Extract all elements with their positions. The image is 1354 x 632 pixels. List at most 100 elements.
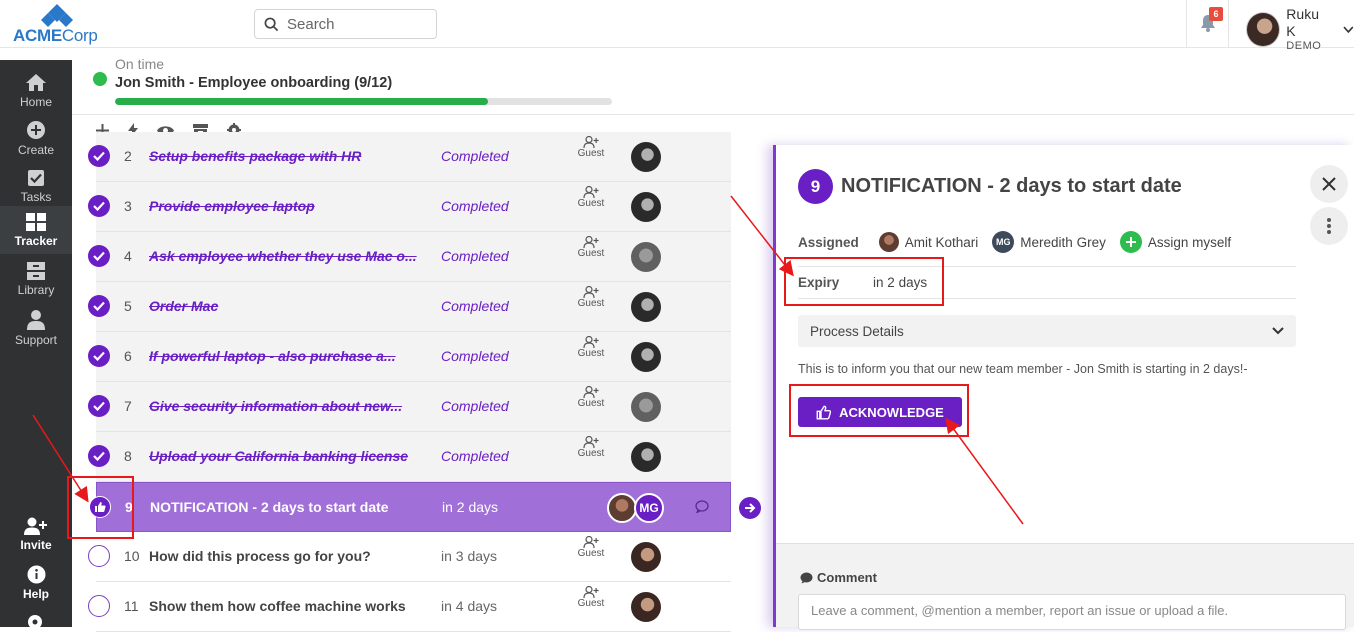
comment-icon[interactable]: [695, 500, 709, 513]
check-icon[interactable]: [88, 295, 110, 317]
avatar-initials: MG: [634, 493, 664, 523]
check-square-icon: [28, 169, 44, 186]
avatar[interactable]: [631, 292, 661, 322]
close-button[interactable]: [1310, 165, 1348, 203]
guest-button[interactable]: Guest: [576, 336, 606, 359]
table-row[interactable]: 6 If powerful laptop - also purchase a..…: [88, 332, 731, 382]
task-number: 6: [124, 348, 132, 364]
add-user-icon: [583, 186, 599, 198]
avatar[interactable]: [631, 142, 661, 172]
sidebar-item-label: Create: [17, 142, 55, 157]
table-row[interactable]: 11 Show them how coffee machine works in…: [88, 582, 731, 632]
thumbs-up-icon[interactable]: [89, 496, 111, 518]
process-details-toggle[interactable]: Process Details: [798, 315, 1296, 347]
acme-logo[interactable]: ACMECorp: [13, 4, 101, 45]
task-name[interactable]: How did this process go for you?: [149, 548, 421, 564]
task-status: in 2 days: [442, 499, 499, 515]
info-icon: [27, 565, 45, 584]
avatar: [607, 493, 637, 523]
task-name[interactable]: Provide employee laptop: [149, 198, 421, 214]
sidebar-item-help[interactable]: Help: [0, 559, 72, 607]
avatar[interactable]: [631, 242, 661, 272]
notifications-button[interactable]: 6: [1186, 0, 1229, 48]
guest-button[interactable]: Guest: [576, 286, 606, 309]
sidebar-item-label: Library: [17, 282, 55, 297]
table-row[interactable]: 3 Provide employee laptop Completed Gues…: [88, 182, 731, 232]
comment-section: Comment Leave a comment, @mention a memb…: [776, 543, 1354, 630]
task-name[interactable]: Upload your California banking license: [149, 448, 421, 464]
chevron-down-icon: [1343, 26, 1354, 34]
assign-myself-link[interactable]: Assign myself: [1148, 235, 1231, 250]
sidebar-item-support[interactable]: Support: [0, 304, 72, 352]
thumbs-up-icon: [816, 405, 832, 419]
check-icon[interactable]: [88, 245, 110, 267]
sidebar-item-invite[interactable]: Invite: [0, 510, 72, 558]
table-row[interactable]: 8 Upload your California banking license…: [88, 432, 731, 482]
expiry-value: in 2 days: [873, 275, 928, 290]
task-name[interactable]: NOTIFICATION - 2 days to start date: [150, 499, 422, 515]
check-icon[interactable]: [88, 195, 110, 217]
table-row[interactable]: 5 Order Mac Completed Guest: [88, 282, 731, 332]
expiry-label: Expiry: [798, 275, 840, 290]
avatar: [1246, 11, 1281, 47]
task-status: Completed: [441, 248, 509, 264]
sidebar-item-label: Home: [19, 95, 52, 109]
guest-button[interactable]: Guest: [576, 136, 606, 159]
comment-input[interactable]: Leave a comment, @mention a member, repo…: [798, 594, 1346, 630]
archive-icon: [27, 261, 45, 280]
check-icon[interactable]: [88, 345, 110, 367]
table-row[interactable]: 2 Setup benefits package with HR Complet…: [88, 132, 731, 182]
task-name[interactable]: Give security information about new...: [149, 398, 421, 414]
guest-button[interactable]: Guest: [576, 186, 606, 209]
task-number: 3: [124, 198, 132, 214]
avatar[interactable]: [631, 342, 661, 372]
table-row[interactable]: 10 How did this process go for you? in 3…: [88, 532, 731, 582]
task-title[interactable]: NOTIFICATION - 2 days to start date: [841, 175, 1182, 198]
task-list: 2 Setup benefits package with HR Complet…: [72, 132, 732, 632]
sidebar-item-library[interactable]: Library: [0, 255, 72, 303]
sidebar-item-tasks[interactable]: Tasks: [0, 162, 72, 210]
acknowledge-button[interactable]: ACKNOWLEDGE: [798, 397, 962, 427]
avatar[interactable]: [631, 192, 661, 222]
gear-icon[interactable]: [25, 612, 45, 632]
process-title[interactable]: Jon Smith - Employee onboarding (9/12): [115, 75, 392, 91]
sidebar-item-tracker[interactable]: Tracker: [0, 206, 72, 254]
guest-button[interactable]: Guest: [576, 386, 606, 409]
task-name[interactable]: Order Mac: [149, 298, 421, 314]
assignee-name[interactable]: Amit Kothari: [905, 235, 979, 250]
table-row-current[interactable]: 9 NOTIFICATION - 2 days to start date in…: [89, 482, 731, 532]
sidebar-item-create[interactable]: Create: [0, 114, 72, 162]
task-name[interactable]: If powerful laptop - also purchase a...: [149, 348, 421, 364]
task-name[interactable]: Show them how coffee machine works: [149, 598, 421, 614]
task-number: 11: [124, 598, 139, 614]
avatar[interactable]: [631, 592, 661, 622]
guest-button[interactable]: Guest: [576, 236, 606, 259]
add-user-icon: [583, 336, 599, 348]
avatar[interactable]: [631, 442, 661, 472]
plus-icon[interactable]: [1119, 231, 1142, 253]
checkbox-empty[interactable]: [88, 545, 110, 567]
task-status: Completed: [441, 198, 509, 214]
avatar[interactable]: [631, 542, 661, 572]
sidebar-item-home[interactable]: Home: [0, 67, 72, 115]
check-icon[interactable]: [88, 445, 110, 467]
checkbox-empty[interactable]: [88, 595, 110, 617]
search-input[interactable]: Search: [254, 9, 437, 39]
assignee-avatars[interactable]: MG: [607, 493, 664, 523]
more-options-button[interactable]: [1310, 207, 1348, 245]
assignee-name[interactable]: Meredith Grey: [1020, 235, 1106, 250]
open-task-arrow-button[interactable]: [739, 497, 761, 519]
check-icon[interactable]: [88, 145, 110, 167]
guest-button[interactable]: Guest: [576, 586, 606, 609]
user-menu[interactable]: Ruku K DEMO: [1246, 6, 1354, 52]
avatar[interactable]: [631, 392, 661, 422]
task-status: Completed: [441, 148, 509, 164]
table-row[interactable]: 4 Ask employee whether they use Mac o...…: [88, 232, 731, 282]
progress-bar: [115, 98, 612, 105]
task-name[interactable]: Setup benefits package with HR: [149, 148, 421, 164]
check-icon[interactable]: [88, 395, 110, 417]
guest-button[interactable]: Guest: [576, 436, 606, 459]
table-row[interactable]: 7 Give security information about new...…: [88, 382, 731, 432]
task-name[interactable]: Ask employee whether they use Mac o...: [149, 248, 421, 264]
guest-button[interactable]: Guest: [576, 536, 606, 559]
